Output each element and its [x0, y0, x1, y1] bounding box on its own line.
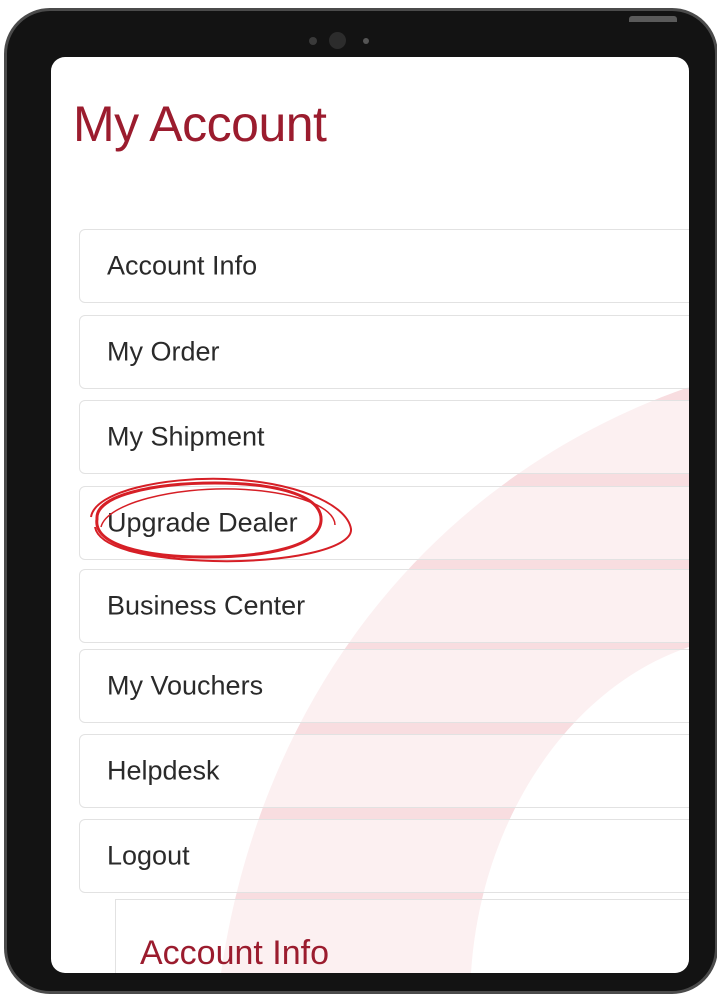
- page-title: My Account: [73, 96, 327, 152]
- menu-item-business-center[interactable]: Business Center: [79, 569, 689, 643]
- menu-item-my-shipment[interactable]: My Shipment: [79, 400, 689, 474]
- section-title: Account Info: [140, 934, 330, 972]
- menu-item-label: Logout: [107, 840, 190, 871]
- menu-item-helpdesk[interactable]: Helpdesk: [79, 734, 689, 808]
- menu-item-label: My Order: [107, 336, 220, 367]
- sensor-dot-icon: [309, 37, 317, 45]
- power-button: [629, 16, 677, 22]
- camera-bar: [305, 29, 395, 53]
- menu-item-label: My Vouchers: [107, 670, 264, 701]
- menu-item-account-info[interactable]: Account Info: [79, 229, 689, 303]
- menu-item-label: Upgrade Dealer: [107, 507, 298, 538]
- menu-item-my-order[interactable]: My Order: [79, 315, 689, 389]
- tablet-frame: My Account Account Info My Order My Ship…: [4, 8, 717, 994]
- account-info-panel: Account Info: [115, 899, 689, 973]
- menu-item-my-vouchers[interactable]: My Vouchers: [79, 649, 689, 723]
- menu-item-label: Helpdesk: [107, 755, 220, 786]
- menu-item-upgrade-dealer[interactable]: Upgrade Dealer: [79, 486, 689, 560]
- menu-item-label: Account Info: [107, 250, 258, 281]
- menu-item-label: Business Center: [107, 590, 306, 621]
- menu-item-logout[interactable]: Logout: [79, 819, 689, 893]
- app-screen: My Account Account Info My Order My Ship…: [51, 57, 689, 973]
- camera-lens-icon: [329, 32, 346, 49]
- menu-item-label: My Shipment: [107, 421, 265, 452]
- flash-dot-icon: [363, 38, 369, 44]
